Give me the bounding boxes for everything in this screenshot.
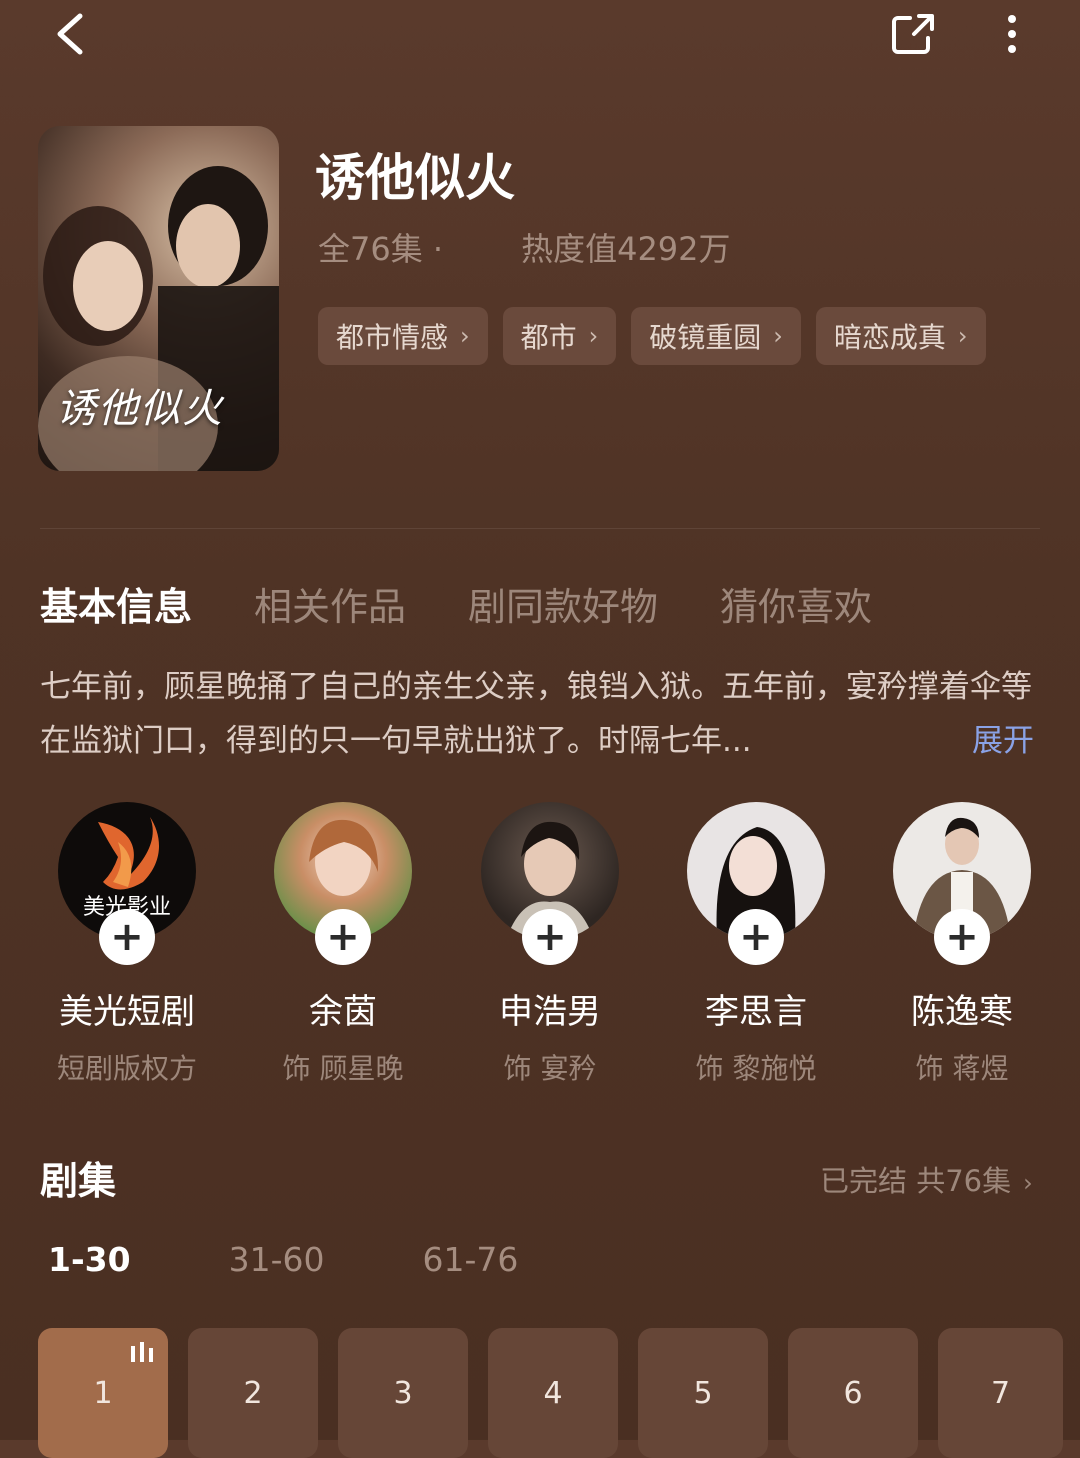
episode-button[interactable]: 1 xyxy=(38,1328,168,1458)
cast-role: 短剧版权方 xyxy=(56,1052,197,1085)
poster-title: 诱他似火 xyxy=(56,386,224,432)
range-tab[interactable]: 1-30 xyxy=(48,1240,131,1279)
episode-button[interactable]: 2 xyxy=(188,1328,318,1458)
tag-chip[interactable]: 破镜重圆 › xyxy=(631,307,801,365)
episode-number: 4 xyxy=(543,1375,563,1411)
episode-button[interactable]: 4 xyxy=(488,1328,618,1458)
cast-name: 余茵 xyxy=(309,992,377,1032)
episodes-status: 已完结 共76集 xyxy=(820,1164,1012,1198)
episode-button[interactable]: 3 xyxy=(338,1328,468,1458)
cast-item[interactable]: + 申浩男 饰 宴矜 xyxy=(440,802,660,1087)
episode-button[interactable]: 7 xyxy=(938,1328,1063,1458)
tag-list: 都市情感 › 都市 › 破镜重圆 › 暗恋成真 › xyxy=(318,307,986,365)
tag-chip[interactable]: 都市 › xyxy=(502,307,617,365)
episode-number: 7 xyxy=(990,1375,1011,1411)
episode-count: 全76集 · xyxy=(318,230,444,268)
cast-role: 饰 顾星晚 xyxy=(282,1052,404,1085)
episodes-status-link[interactable]: 已完结 共76集 › xyxy=(820,1158,1033,1200)
heat-value: 热度值4292万 xyxy=(521,230,731,268)
follow-button[interactable]: + xyxy=(99,909,155,965)
tag-label: 破镜重圆 xyxy=(649,321,762,354)
share-icon[interactable] xyxy=(890,12,936,56)
tag-label: 暗恋成真 xyxy=(833,321,946,354)
cast-role: 饰 蒋煜 xyxy=(915,1052,1009,1085)
episode-button[interactable]: 5 xyxy=(638,1328,768,1458)
episode-range-tabs: 1-30 31-60 61-76 xyxy=(48,1240,518,1279)
episode-button[interactable]: 6 xyxy=(788,1328,918,1458)
cast-name: 美光短剧 xyxy=(59,992,195,1032)
tag-label: 都市 xyxy=(520,321,577,354)
drama-meta: 全76集 · 热度值4292万 xyxy=(318,224,731,270)
info-tabs: 基本信息 相关作品 剧同款好物 猜你喜欢 xyxy=(40,576,872,631)
episode-number: 3 xyxy=(393,1375,413,1411)
cast-item[interactable]: + 陈逸寒 饰 蒋煜 xyxy=(852,802,1072,1087)
chevron-right-icon: › xyxy=(957,322,968,350)
episode-number: 5 xyxy=(693,1375,713,1411)
top-bar xyxy=(0,0,1080,70)
more-vertical-icon[interactable] xyxy=(996,12,1028,56)
cast-item[interactable]: 美光影业 + 美光短剧 短剧版权方 xyxy=(17,802,237,1087)
chevron-right-icon: › xyxy=(588,322,599,350)
tag-chip[interactable]: 暗恋成真 › xyxy=(815,307,986,365)
expand-link[interactable]: 展开 xyxy=(972,714,1034,768)
range-tab[interactable]: 31-60 xyxy=(229,1240,325,1279)
tab-basic-info[interactable]: 基本信息 xyxy=(40,576,192,631)
episodes-title: 剧集 xyxy=(40,1159,117,1203)
episode-number: 1 xyxy=(93,1375,113,1411)
follow-button[interactable]: + xyxy=(315,909,371,965)
tag-chip[interactable]: 都市情感 › xyxy=(318,307,488,365)
tab-recommendations[interactable]: 猜你喜欢 xyxy=(720,576,872,631)
episode-number: 6 xyxy=(843,1375,863,1411)
chevron-left-icon[interactable] xyxy=(52,12,92,56)
synopsis-text: 七年前，顾星晚捅了自己的亲生父亲，锒铛入狱。五年前，宴矜撑着伞等在监狱门口，得到… xyxy=(40,669,1032,759)
cast-role: 饰 宴矜 xyxy=(503,1052,597,1085)
cast-item[interactable]: + 李思言 饰 黎施悦 xyxy=(646,802,866,1087)
chevron-right-icon: › xyxy=(773,322,783,350)
cast-item[interactable]: + 余茵 饰 顾星晚 xyxy=(233,802,453,1087)
tag-label: 都市情感 xyxy=(336,321,449,354)
cast-name: 陈逸寒 xyxy=(911,992,1013,1032)
cast-name: 申浩男 xyxy=(499,992,601,1032)
follow-button[interactable]: + xyxy=(934,909,990,965)
episode-grid: 1 2 3 4 5 6 7 xyxy=(38,1328,1063,1458)
follow-button[interactable]: + xyxy=(522,909,578,965)
chevron-right-icon: › xyxy=(460,322,470,350)
chevron-right-icon: › xyxy=(1023,1169,1033,1197)
follow-button[interactable]: + xyxy=(728,909,784,965)
cast-role: 饰 黎施悦 xyxy=(695,1052,817,1085)
playing-icon xyxy=(131,1342,153,1362)
cast-name: 李思言 xyxy=(705,992,807,1032)
tab-related-works[interactable]: 相关作品 xyxy=(254,576,406,631)
cast-list: 美光影业 + 美光短剧 短剧版权方 + 余茵 饰 顾星晚 + 申浩男 饰 宴矜 xyxy=(0,802,1080,1102)
range-tab[interactable]: 61-76 xyxy=(422,1240,518,1279)
tab-same-items[interactable]: 剧同款好物 xyxy=(468,576,658,631)
drama-poster[interactable]: 诱他似火 xyxy=(38,126,279,471)
episode-number: 2 xyxy=(243,1375,263,1411)
divider xyxy=(40,528,1040,529)
drama-title: 诱他似火 xyxy=(315,149,515,207)
